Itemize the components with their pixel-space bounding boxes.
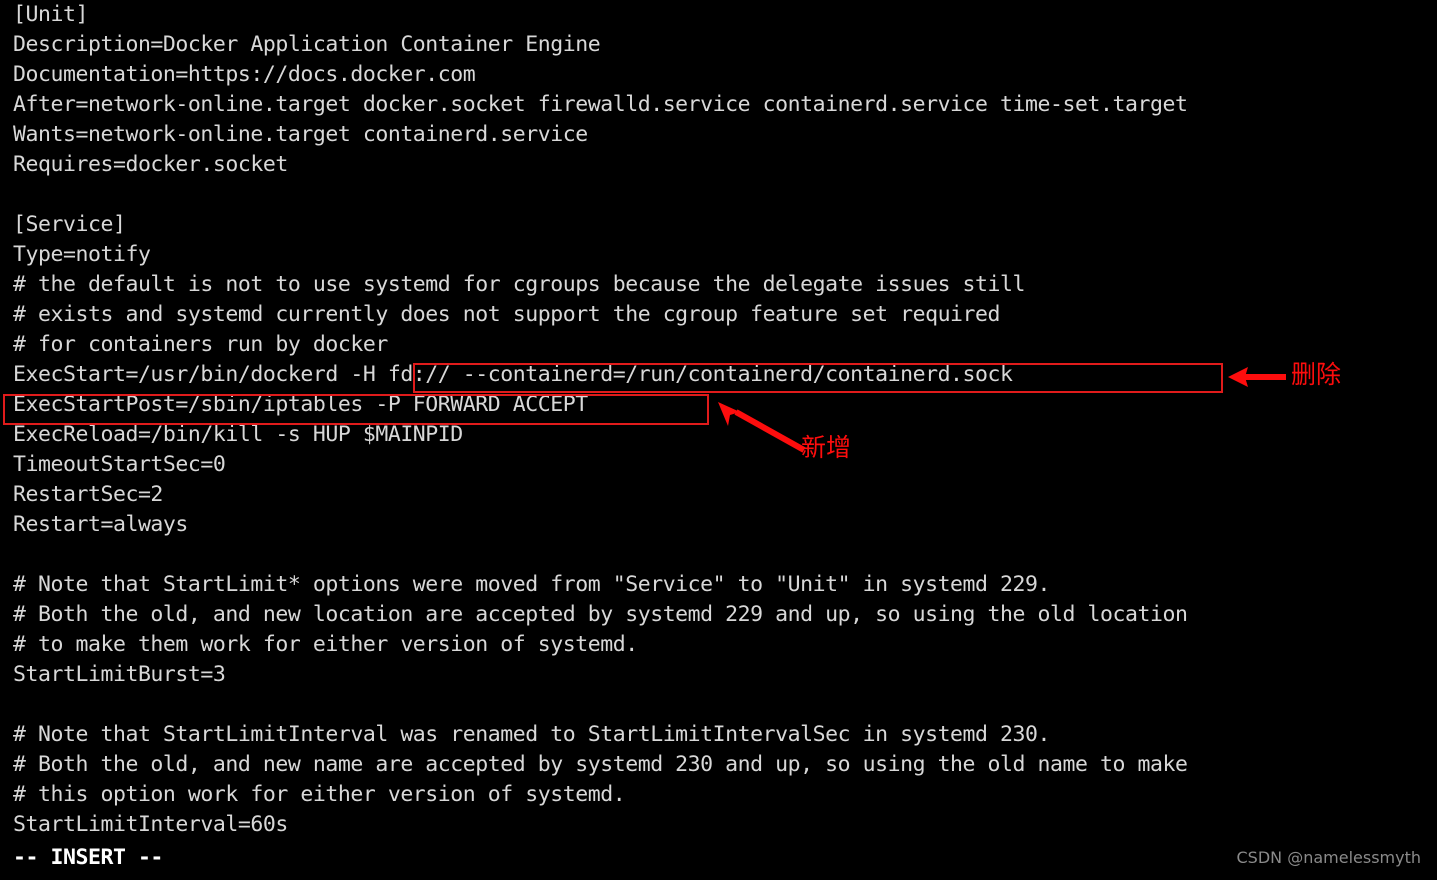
code-line: Type=notify bbox=[13, 242, 151, 267]
code-line: Documentation=https://docs.docker.com bbox=[13, 62, 476, 87]
annotation-label-delete: 删除 bbox=[1291, 360, 1342, 389]
code-line: After=network-online.target docker.socke… bbox=[13, 92, 1188, 117]
code-line: # Both the old, and new name are accepte… bbox=[13, 752, 1188, 777]
code-line: StartLimitInterval=60s bbox=[13, 812, 288, 837]
code-line: Description=Docker Application Container… bbox=[13, 32, 601, 57]
vim-text-buffer[interactable]: [Unit] Description=Docker Application Co… bbox=[13, 0, 1437, 840]
code-line: # for containers run by docker bbox=[13, 332, 388, 357]
code-line: # Note that StartLimitInterval was renam… bbox=[13, 722, 1051, 747]
code-line: # the default is not to use systemd for … bbox=[13, 272, 1026, 297]
code-line: Restart=always bbox=[13, 512, 188, 537]
code-line: [Service] bbox=[13, 212, 126, 237]
annotation-label-add: 新增 bbox=[801, 433, 852, 462]
code-line: ExecReload=/bin/kill -s HUP $MAINPID bbox=[13, 422, 463, 447]
code-line: # exists and systemd currently does not … bbox=[13, 302, 1001, 327]
code-line: Requires=docker.socket bbox=[13, 152, 288, 177]
code-line-execstart: ExecStart=/usr/bin/dockerd -H fd:// --co… bbox=[13, 362, 1013, 387]
code-line: # this option work for either version of… bbox=[13, 782, 626, 807]
code-line: TimeoutStartSec=0 bbox=[13, 452, 226, 477]
terminal-screen: [Unit] Description=Docker Application Co… bbox=[0, 0, 1437, 880]
code-line: RestartSec=2 bbox=[13, 482, 163, 507]
vim-mode-status: -- INSERT -- bbox=[13, 845, 163, 870]
code-line: StartLimitBurst=3 bbox=[13, 662, 226, 687]
code-line: # to make them work for either version o… bbox=[13, 632, 638, 657]
code-line: Wants=network-online.target containerd.s… bbox=[13, 122, 588, 147]
code-line: # Both the old, and new location are acc… bbox=[13, 602, 1188, 627]
code-line: # Note that StartLimit* options were mov… bbox=[13, 572, 1051, 597]
code-line: [Unit] bbox=[13, 2, 88, 27]
csdn-watermark: CSDN @namelessmyth bbox=[1236, 848, 1421, 867]
code-line-execstartpost: ExecStartPost=/sbin/iptables -P FORWARD … bbox=[13, 392, 588, 417]
